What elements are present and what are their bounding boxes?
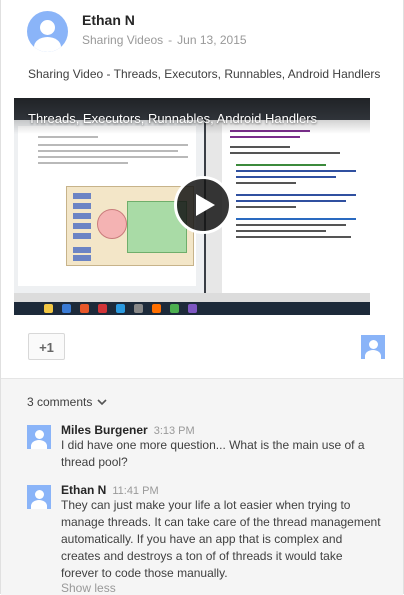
post-meta: Sharing Videos - Jun 13, 2015 <box>82 33 247 47</box>
share-type-link[interactable]: Sharing Videos <box>82 33 163 47</box>
post-author-name[interactable]: Ethan N <box>82 12 135 28</box>
play-icon[interactable] <box>174 176 232 234</box>
comment-author-name[interactable]: Ethan N <box>61 483 106 497</box>
comment-time[interactable]: 11:41 PM <box>112 485 158 497</box>
comment-author-row: Ethan N 11:41 PM <box>61 483 159 497</box>
author-avatar-icon[interactable] <box>27 11 68 52</box>
comment-text: They can just make your life a lot easie… <box>61 498 381 580</box>
post-date-link[interactable]: Jun 13, 2015 <box>177 33 246 47</box>
comment-avatar-icon[interactable] <box>27 425 51 449</box>
comment-author-name[interactable]: Miles Burgener <box>61 423 148 437</box>
meta-separator: - <box>168 33 173 47</box>
plus-one-button[interactable]: +1 <box>28 333 65 360</box>
sharer-avatar-icon[interactable] <box>361 335 385 359</box>
comment-author-row: Miles Burgener 3:13 PM <box>61 423 195 437</box>
post-text: Sharing Video - Threads, Executors, Runn… <box>28 67 381 81</box>
comment-time[interactable]: 3:13 PM <box>154 425 195 437</box>
comment-text: I did have one more question... What is … <box>61 438 365 469</box>
video-embed[interactable]: Threads, Executors, Runnables, Android H… <box>14 98 370 315</box>
video-title[interactable]: Threads, Executors, Runnables, Android H… <box>28 111 317 126</box>
chevron-down-icon <box>97 399 107 406</box>
comment-avatar-icon[interactable] <box>27 485 51 509</box>
show-less-link[interactable]: Show less <box>61 581 116 595</box>
comments-toggle[interactable]: 3 comments <box>27 395 107 409</box>
comments-count-label: 3 comments <box>27 395 93 409</box>
post-card: Ethan N Sharing Videos - Jun 13, 2015 Shar… <box>0 0 404 595</box>
